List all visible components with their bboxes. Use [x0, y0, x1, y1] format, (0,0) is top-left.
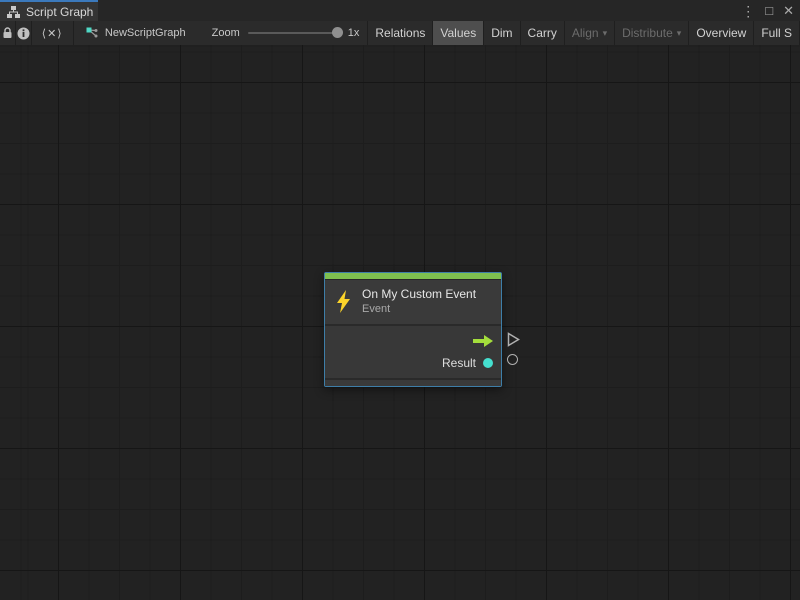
zoom-control: Zoom 1x [212, 21, 360, 45]
values-button[interactable]: Values [433, 21, 484, 45]
align-label: Align [572, 26, 599, 40]
close-icon[interactable]: ✕ [783, 4, 794, 17]
carry-label: Carry [528, 26, 557, 40]
control-output-connector-icon[interactable] [507, 332, 520, 347]
lock-icon [2, 27, 13, 39]
tab-bar: Script Graph ⋮ □ ✕ [0, 0, 800, 21]
values-label: Values [440, 26, 476, 40]
tab-script-graph[interactable]: Script Graph [0, 0, 98, 21]
carry-button[interactable]: Carry [521, 21, 565, 45]
relations-label: Relations [375, 26, 425, 40]
toolbar-toggle-buttons: Relations Values Dim Carry Align ▾ Distr… [367, 21, 800, 45]
control-output-port-row[interactable] [325, 330, 501, 352]
node-header[interactable]: On My Custom Event Event [325, 280, 501, 324]
relations-button[interactable]: Relations [368, 21, 433, 45]
graph-name-label: NewScriptGraph [105, 27, 186, 39]
zoom-slider-handle[interactable] [332, 27, 343, 38]
tab-label: Script Graph [26, 5, 93, 19]
toolbar: ⟨✕⟩ NewScriptGraph Zoom 1x Relations Val… [0, 21, 800, 45]
graph-name-box[interactable]: NewScriptGraph [86, 21, 186, 45]
overview-button[interactable]: Overview [689, 21, 754, 45]
node-header-text: On My Custom Event Event [362, 287, 476, 315]
dim-button[interactable]: Dim [484, 21, 520, 45]
distribute-dropdown[interactable]: Distribute ▾ [615, 21, 689, 45]
control-output-arrow-icon [472, 335, 493, 347]
chevron-down-icon: ▾ [677, 28, 682, 39]
script-graph-asset-icon [86, 27, 99, 39]
full-screen-button[interactable]: Full S [754, 21, 800, 45]
inspect-button[interactable] [16, 21, 32, 45]
distribute-label: Distribute [622, 26, 673, 40]
event-node-color-bar [325, 273, 501, 280]
align-dropdown[interactable]: Align ▾ [565, 21, 615, 45]
node-on-my-custom-event[interactable]: On My Custom Event Event Result [324, 272, 502, 387]
value-output-connector-icon[interactable] [507, 354, 518, 365]
code-icon: ⟨✕⟩ [42, 27, 63, 40]
overview-label: Overview [696, 26, 746, 40]
zoom-slider[interactable] [248, 32, 340, 34]
node-subtitle: Event [362, 303, 476, 315]
maximize-icon[interactable]: □ [765, 4, 773, 17]
full-screen-label: Full S [761, 26, 792, 40]
lightning-bolt-icon [334, 290, 353, 313]
result-port-label: Result [442, 356, 476, 370]
lock-button[interactable] [0, 21, 16, 45]
node-footer [325, 378, 501, 386]
window-controls: ⋮ □ ✕ [741, 0, 794, 21]
dim-label: Dim [491, 26, 512, 40]
zoom-value: 1x [348, 27, 360, 39]
graph-tab-icon [7, 6, 20, 18]
value-output-port-row[interactable]: Result [325, 352, 501, 374]
window-menu-icon[interactable]: ⋮ [741, 4, 755, 18]
value-output-dot-icon [483, 358, 493, 368]
zoom-label: Zoom [212, 27, 240, 39]
info-icon [17, 27, 30, 40]
chevron-down-icon: ▾ [603, 28, 608, 39]
node-body: Result [325, 326, 501, 378]
graph-canvas[interactable]: On My Custom Event Event Result [0, 45, 800, 600]
node-title: On My Custom Event [362, 287, 476, 301]
preview-code-button[interactable]: ⟨✕⟩ [32, 21, 74, 45]
